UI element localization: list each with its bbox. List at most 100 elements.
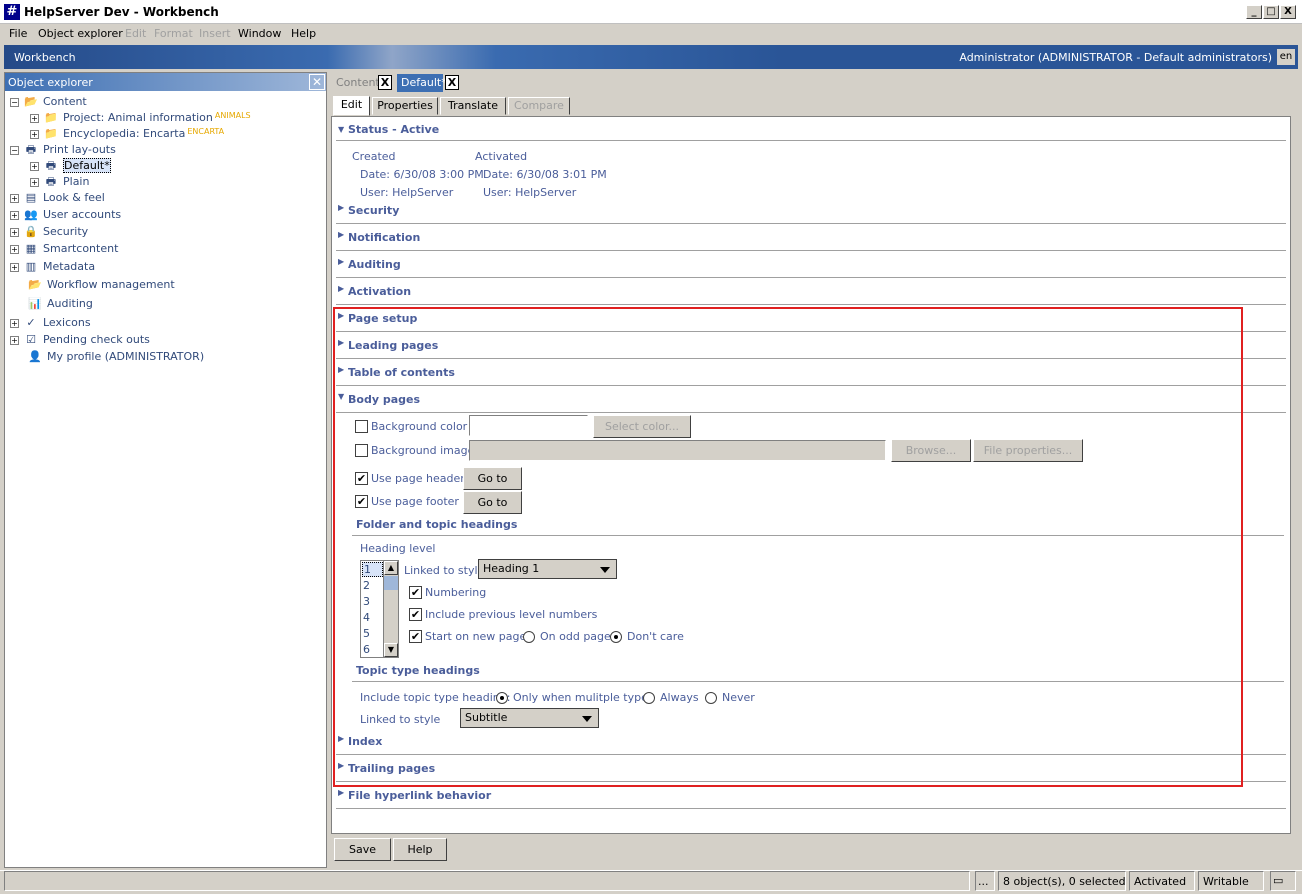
section-status[interactable]: ▼ Status - Active <box>336 119 1286 141</box>
menu-edit[interactable]: Edit <box>125 27 146 40</box>
expand-icon[interactable]: + <box>10 244 19 254</box>
expand-icon[interactable]: + <box>10 335 19 345</box>
status-activated: Activated <box>1129 871 1195 891</box>
highlight-box <box>333 307 1243 787</box>
menu-bar <box>0 24 1302 43</box>
checkout-icon: ☑ <box>26 333 36 346</box>
created-label: Created <box>352 150 396 163</box>
expand-icon[interactable]: + <box>30 177 39 187</box>
status-object-count: 8 object(s), 0 selected <box>998 871 1126 891</box>
status-writable: Writable <box>1198 871 1264 891</box>
menu-help[interactable]: Help <box>291 27 316 40</box>
tab-edit[interactable]: Edit <box>333 96 370 116</box>
tree-item-encyclopedia[interactable]: + 📁 Encyclopedia: Encarta ENCARTA <box>10 127 324 143</box>
collapsed-triangle-icon: ▶ <box>338 257 345 266</box>
tree-item-default-layout[interactable]: + 🖶 Default* <box>10 158 324 175</box>
tab-compare[interactable]: Compare <box>508 97 570 115</box>
tab-content[interactable]: Content <box>332 74 384 92</box>
menu-object-explorer[interactable]: Object explorer <box>38 27 123 40</box>
expand-icon[interactable]: + <box>10 210 19 220</box>
save-button[interactable]: Save <box>334 838 391 861</box>
section-notification[interactable]: ▶ Notification <box>336 224 1286 251</box>
app-icon: # <box>4 4 20 20</box>
close-default-tab-icon[interactable]: X <box>445 75 459 90</box>
section-security[interactable]: ▶ Security <box>336 197 1286 224</box>
window-title: HelpServer Dev - Workbench <box>24 5 219 19</box>
activated-date: Date: 6/30/08 3:01 PM <box>483 168 607 181</box>
tree-item-user-accounts[interactable]: + 👥 User accounts <box>10 208 324 225</box>
menu-file[interactable]: File <box>9 27 27 40</box>
expand-icon[interactable]: + <box>10 318 19 328</box>
tree-item-pending-checkouts[interactable]: + ☑ Pending check outs <box>10 333 324 350</box>
tree-item-metadata[interactable]: + ▥ Metadata <box>10 260 324 278</box>
object-explorer-title: Object explorer <box>8 76 93 89</box>
language-button[interactable]: en <box>1277 49 1295 65</box>
section-auditing[interactable]: ▶ Auditing <box>336 251 1286 278</box>
collapsed-triangle-icon: ▶ <box>338 203 345 212</box>
tree-item-print-layouts[interactable]: − 🖶 Print lay-outs <box>10 143 324 159</box>
close-icon[interactable]: ✕ <box>309 74 325 90</box>
maximize-button[interactable]: □ <box>1263 5 1279 19</box>
spellcheck-icon: ✓ <box>26 316 36 329</box>
look-feel-icon: ▤ <box>25 191 37 204</box>
expand-icon[interactable]: + <box>30 113 39 123</box>
printer-icon: 🖶 <box>45 175 57 188</box>
folder-open-icon: 📂 <box>24 95 38 108</box>
collapse-icon[interactable]: − <box>10 145 19 155</box>
tree-item-lexicons[interactable]: + ✓ Lexicons <box>10 316 324 333</box>
smartcontent-icon: ▦ <box>25 242 37 255</box>
activated-label: Activated <box>475 150 528 163</box>
title-bar: # HelpServer Dev - Workbench _ □ X <box>0 0 1302 24</box>
workflow-icon: 📂 <box>28 278 42 291</box>
status-more-button[interactable]: ... <box>975 871 995 891</box>
workbench-bar: Workbench Administrator (ADMINISTRATOR -… <box>4 45 1298 69</box>
tree-item-security[interactable]: + 🔒 Security <box>10 225 324 242</box>
tree-item-smartcontent[interactable]: + ▦ Smartcontent <box>10 242 324 260</box>
expand-icon[interactable]: + <box>10 227 19 237</box>
object-explorer-header: Object explorer ✕ <box>5 73 326 91</box>
menu-window[interactable]: Window <box>238 27 281 40</box>
tree-item-my-profile[interactable]: 👤 My profile (ADMINISTRATOR) <box>10 350 324 366</box>
tab-default[interactable]: Default* <box>397 74 447 92</box>
explorer-tree: − 📂 Content + 📁 Project: Animal information A… <box>10 95 324 366</box>
workbench-title: Workbench <box>14 51 76 64</box>
lock-icon: 🔒 <box>24 225 38 238</box>
collapsed-triangle-icon: ▶ <box>338 284 345 293</box>
folder-icon: 📁 <box>44 127 58 140</box>
status-message <box>4 871 970 891</box>
close-button[interactable]: X <box>1280 5 1296 19</box>
menu-format[interactable]: Format <box>154 27 193 40</box>
project-folder-icon: 📁 <box>44 111 58 124</box>
users-icon: 👥 <box>24 208 38 221</box>
current-user: Administrator (ADMINISTRATOR - Default a… <box>959 51 1272 64</box>
metadata-icon: ▥ <box>25 260 37 273</box>
section-activation[interactable]: ▶ Activation <box>336 278 1286 305</box>
close-content-tab-icon[interactable]: X <box>378 75 392 90</box>
printer-icon: 🖶 <box>25 143 37 156</box>
collapse-icon[interactable]: − <box>10 97 19 107</box>
collapsed-triangle-icon: ▶ <box>338 788 345 797</box>
expand-icon[interactable]: + <box>30 161 39 171</box>
printer-icon: 🖶 <box>45 159 57 172</box>
menu-insert[interactable]: Insert <box>199 27 231 40</box>
object-explorer-panel: Object explorer ✕ − 📂 Content + 📁 Project: A… <box>4 72 327 868</box>
expand-icon[interactable]: + <box>10 193 19 203</box>
minimize-button[interactable]: _ <box>1246 5 1262 19</box>
created-date: Date: 6/30/08 3:00 PM <box>360 168 484 181</box>
tree-item-content[interactable]: − 📂 Content <box>10 95 324 111</box>
tree-item-project-animal[interactable]: + 📁 Project: Animal information ANIMALS <box>10 111 324 127</box>
help-button[interactable]: Help <box>393 838 447 861</box>
tree-item-workflow[interactable]: 📂 Workflow management <box>10 278 324 297</box>
project-tag: ANIMALS <box>214 111 251 120</box>
project-tag: ENCARTA <box>187 127 225 136</box>
resize-grip-icon[interactable]: ▭ <box>1270 871 1296 891</box>
tree-item-look-feel[interactable]: + ▤ Look & feel <box>10 191 324 208</box>
tab-properties[interactable]: Properties <box>372 97 438 115</box>
expand-icon[interactable]: + <box>30 129 39 139</box>
collapsed-triangle-icon: ▶ <box>338 230 345 239</box>
tab-translate[interactable]: Translate <box>440 97 506 115</box>
auditing-chart-icon: 📊 <box>28 297 42 310</box>
expand-icon[interactable]: + <box>10 262 19 272</box>
tree-item-plain-layout[interactable]: + 🖶 Plain <box>10 175 324 191</box>
tree-item-auditing[interactable]: 📊 Auditing <box>10 297 324 316</box>
